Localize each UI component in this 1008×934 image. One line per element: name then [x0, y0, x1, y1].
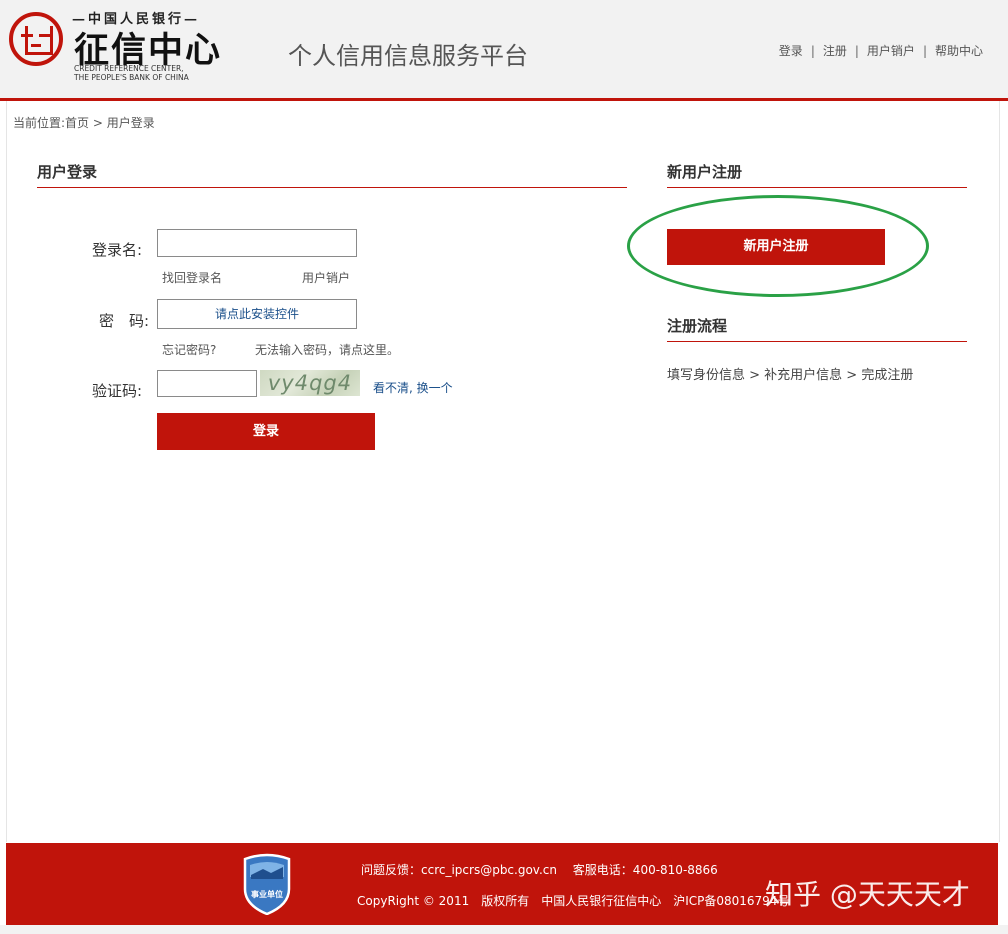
register-section-divider	[667, 187, 967, 188]
captcha-refresh: 看不清, 换一个	[373, 379, 453, 396]
login-submit-button[interactable]: 登录	[157, 413, 375, 450]
captcha-input[interactable]	[157, 370, 257, 397]
svg-text:事业单位: 事业单位	[251, 889, 283, 899]
install-security-control-button[interactable]: 请点此安装控件	[157, 299, 357, 329]
logo-english-text: CREDIT REFERENCE CENTER, THE PEOPLE'S BA…	[74, 64, 189, 82]
nav-help-center-link[interactable]: 帮助中心	[935, 44, 983, 58]
bottom-strip	[0, 925, 1008, 934]
captcha-label: 验证码:	[92, 382, 143, 400]
public-institution-badge-icon: 事业单位	[241, 853, 293, 916]
register-flow-title: 注册流程	[667, 317, 728, 335]
register-flow-divider	[667, 341, 967, 342]
breadcrumb-home-link[interactable]: 首页	[65, 116, 89, 130]
nav-cancel-account-link[interactable]: 用户销户	[867, 44, 915, 58]
captcha-refresh-link[interactable]: 换一个	[417, 381, 453, 395]
breadcrumb-current: 用户登录	[106, 116, 155, 130]
zhihu-watermark: 知乎 @天天天才	[765, 878, 970, 911]
login-section-title: 用户登录	[37, 163, 98, 181]
page-header: —中国人民银行— 征信中心 CREDIT REFERENCE CENTER, T…	[0, 0, 1008, 101]
captcha-image[interactable]: vy4qg4	[260, 370, 360, 396]
footer-contact: 问题反馈：ccrc_ipcrs@pbc.gov.cn 客服电话：400-810-…	[361, 863, 718, 877]
cancel-account-link[interactable]: 用户销户	[302, 269, 350, 286]
login-section-divider	[37, 187, 627, 188]
ccrc-seal-logo-icon	[9, 12, 63, 66]
password-label: 密 码:	[99, 312, 150, 330]
find-username-link[interactable]: 找回登录名	[162, 269, 222, 286]
username-input[interactable]	[157, 229, 357, 257]
top-nav: 登录 | 注册 | 用户销户 | 帮助中心	[778, 44, 983, 58]
green-highlight-annotation	[627, 195, 929, 297]
footer-copyright: CopyRight © 2011 版权所有 中国人民银行征信中心 沪ICP备08…	[357, 894, 790, 908]
nav-register-link[interactable]: 注册	[823, 44, 847, 58]
captcha-unclear-link[interactable]: 看不清,	[373, 381, 413, 395]
breadcrumb: 当前位置:首页 > 用户登录	[13, 116, 155, 130]
cannot-input-password-link[interactable]: 无法输入密码，请点这里。	[255, 341, 399, 358]
forgot-password-link[interactable]: 忘记密码?	[162, 341, 216, 358]
register-section-title: 新用户注册	[667, 163, 743, 181]
register-flow-steps: 填写身份信息 > 补充用户信息 > 完成注册	[667, 368, 914, 383]
platform-title: 个人信用信息服务平台	[288, 42, 528, 70]
username-label: 登录名:	[92, 241, 143, 259]
nav-login-link[interactable]: 登录	[779, 44, 803, 58]
